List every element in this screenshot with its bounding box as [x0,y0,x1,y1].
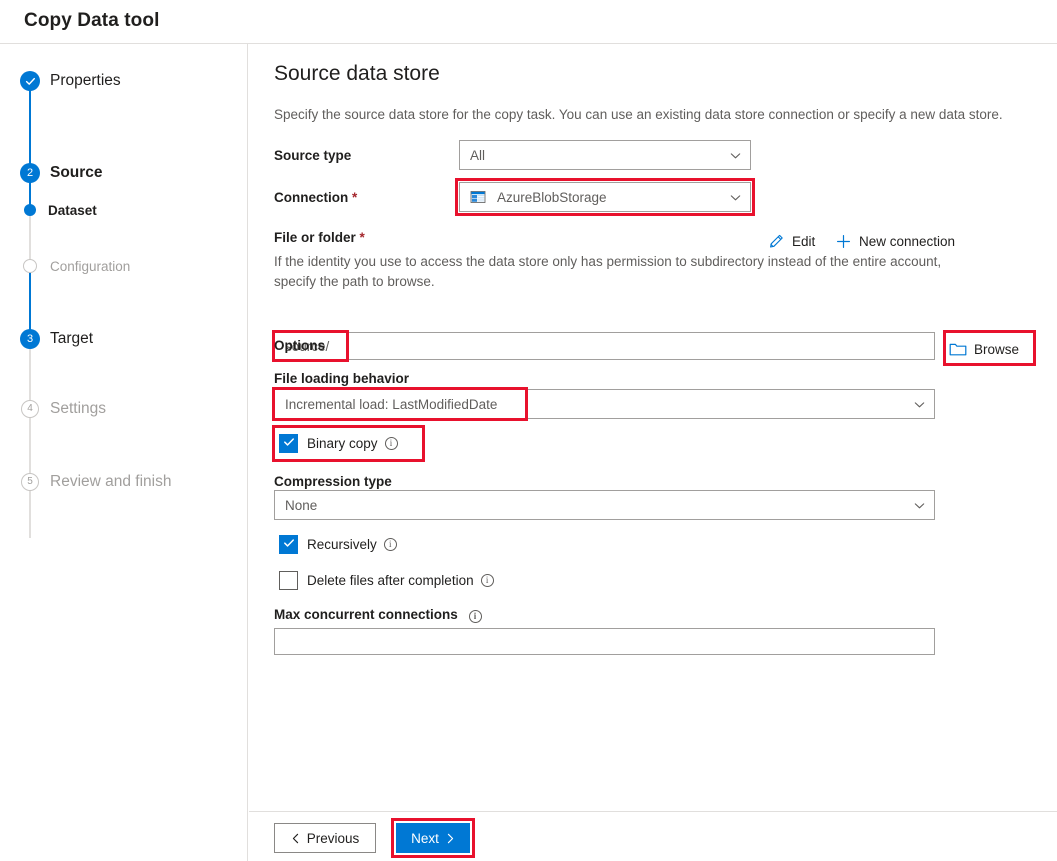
sidebar-item-dataset[interactable]: Dataset [0,196,248,224]
pencil-icon [768,233,785,250]
browse-label: Browse [974,341,1020,357]
azure-blob-storage-icon [470,189,486,205]
sidebar-item-target[interactable]: 3 Target [0,325,248,353]
sidebar-item-settings[interactable]: 4 Settings [0,395,248,423]
file-or-folder-label: File or folder * [274,230,365,245]
file-or-folder-helper: If the identity you use to access the da… [274,254,942,289]
source-type-value: All [470,147,486,163]
binary-copy-label: Binary copy [307,435,378,451]
previous-button[interactable]: Previous [274,823,376,853]
max-concurrent-connections-label-text: Max concurrent connections [274,607,458,622]
step-number-4-label: 4 [27,403,33,414]
previous-label: Previous [306,830,360,846]
step-number-3-icon: 3 [20,329,40,349]
sidebar-item-label: Configuration [50,258,131,274]
step-number-2-icon: 2 [20,163,40,183]
compression-type-label: Compression type [274,474,392,489]
info-icon[interactable]: i [384,436,398,450]
chevron-down-icon [730,150,741,161]
recursively-checkbox[interactable] [279,534,298,554]
file-loading-behavior-label: File loading behavior [274,371,410,386]
new-connection-button[interactable]: New connection [835,229,955,253]
file-or-folder-required-marker: * [359,230,365,245]
sidebar-item-label: Target [50,330,94,347]
window-titlebar: Copy Data tool [0,0,1057,44]
check-icon [20,71,40,91]
max-concurrent-connections-input[interactable] [274,628,935,655]
dot-icon [24,204,36,216]
app-title: Copy Data tool [24,10,160,31]
page-description: Specify the source data store for the co… [274,107,1003,122]
info-icon[interactable]: i [468,610,482,623]
edit-connection-button[interactable]: Edit [768,229,815,253]
source-type-label: Source type [274,148,351,163]
next-button[interactable]: Next [396,823,470,853]
rail-segment-5 [29,340,31,538]
sidebar-item-source[interactable]: 2 Source [0,159,248,187]
connection-required-marker: * [352,190,358,205]
compression-type-dropdown[interactable]: None [274,490,935,520]
step-number-5-icon: 5 [21,473,39,491]
edit-connection-label: Edit [792,233,816,249]
chevron-down-icon [730,192,741,203]
chevron-left-icon [291,833,300,844]
file-loading-behavior-value: Incremental load: LastModifiedDate [285,396,498,412]
page-title: Source data store [274,62,440,85]
connection-label-text: Connection [274,190,349,205]
file-or-folder-label-text: File or folder [274,230,356,245]
folder-icon [949,341,967,357]
connection-dropdown[interactable]: AzureBlobStorage [459,182,751,212]
chevron-right-icon [446,833,455,844]
info-icon[interactable]: i [383,537,397,551]
new-connection-label: New connection [859,233,956,249]
connection-value: AzureBlobStorage [497,189,607,205]
options-heading-visible: Options [274,338,325,353]
delete-files-after-completion-row[interactable]: Delete files after completion i [279,569,494,591]
next-label: Next [411,830,439,846]
chevron-down-icon [914,500,925,511]
binary-copy-checkbox[interactable] [279,433,298,453]
max-concurrent-connections-label: Max concurrent connections i [274,607,482,623]
sidebar-item-label: Source [50,164,103,181]
compression-type-value: None [285,497,318,513]
wizard-sidebar: Properties 2 Source Dataset Configuratio… [0,44,248,861]
sidebar-item-label: Review and finish [50,473,172,490]
step-number-5-label: 5 [27,476,33,487]
delete-files-after-completion-checkbox[interactable] [279,570,298,590]
file-loading-behavior-dropdown[interactable]: Incremental load: LastModifiedDate [274,389,935,419]
sidebar-item-properties[interactable]: Properties [0,67,248,95]
sidebar-item-configuration[interactable]: Configuration [0,252,248,280]
chevron-down-icon [914,399,925,410]
binary-copy-row[interactable]: Binary copy i [279,432,398,454]
file-or-folder-input[interactable]: source/ [274,332,935,360]
sidebar-item-review-and-finish[interactable]: 5 Review and finish [0,468,248,496]
step-number-2-label: 2 [26,166,34,179]
step-number-3-label: 3 [26,332,34,345]
sidebar-item-label: Dataset [48,202,97,218]
browse-button[interactable]: Browse [949,337,1019,361]
check-icon [283,436,295,450]
source-type-label-text: Source type [274,148,352,163]
step-number-4-icon: 4 [21,400,39,418]
hollow-circle-icon [23,259,37,273]
plus-icon [835,233,852,250]
delete-files-after-completion-label: Delete files after completion [307,572,474,588]
sidebar-item-label: Settings [50,400,107,417]
source-type-dropdown[interactable]: All [459,140,751,170]
footer-divider [249,811,1057,812]
info-icon[interactable]: i [480,573,494,587]
sidebar-item-label: Properties [50,72,121,89]
recursively-row[interactable]: Recursively i [279,533,397,555]
connection-label: Connection * [274,190,357,205]
main-content: Source data store Specify the source dat… [249,44,1057,861]
recursively-label: Recursively [307,536,377,552]
check-icon [283,537,295,551]
